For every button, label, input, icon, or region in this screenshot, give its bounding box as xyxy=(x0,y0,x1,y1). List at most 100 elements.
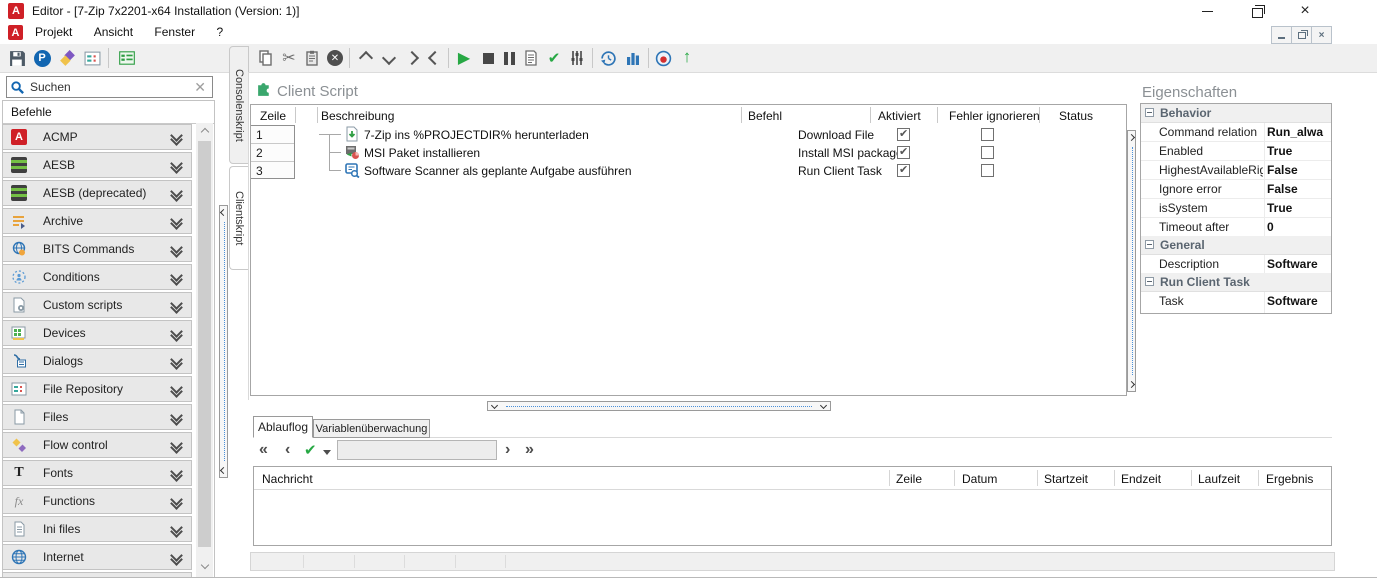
move-up-button[interactable] xyxy=(355,47,377,69)
properties-splitter[interactable] xyxy=(1127,130,1136,392)
sidebar-item-archive[interactable]: Archive xyxy=(2,208,192,234)
prop-row[interactable]: HighestAvailableRig False xyxy=(1141,160,1331,180)
logcol-datum[interactable]: Datum xyxy=(962,472,997,486)
record-button[interactable] xyxy=(652,47,674,69)
sidebar-item-partial[interactable] xyxy=(2,572,192,577)
scroll-up-button[interactable] xyxy=(196,123,213,140)
log-report-button[interactable] xyxy=(520,47,542,69)
mdi-minimize-button[interactable] xyxy=(1271,26,1292,44)
sidebar-item-file-repository[interactable]: File Repository xyxy=(2,376,192,402)
line-number[interactable]: 1 xyxy=(251,126,294,144)
col-zeile[interactable]: Zeile xyxy=(260,109,286,123)
sidebar-item-flow-control[interactable]: Flow control xyxy=(2,432,192,458)
line-number[interactable]: 3 xyxy=(251,162,294,180)
sidebar-item-bits-commands[interactable]: BITS Commands xyxy=(2,236,192,262)
prop-row[interactable]: Timeout after 0 xyxy=(1141,217,1331,237)
sidebar-item-functions[interactable]: fx Functions xyxy=(2,488,192,514)
collapse-group-icon[interactable] xyxy=(1145,240,1154,249)
previous-button[interactable]: ‹ xyxy=(285,442,290,458)
paste-button[interactable] xyxy=(301,47,323,69)
dropdown-arrow-icon[interactable] xyxy=(323,450,331,455)
col-beschreibung[interactable]: Beschreibung xyxy=(321,109,394,123)
prop-row[interactable]: isSystem True xyxy=(1141,198,1331,218)
logcol-nachricht[interactable]: Nachricht xyxy=(262,472,313,486)
statistics-button[interactable] xyxy=(622,47,644,69)
restore-button[interactable] xyxy=(1242,3,1272,23)
scrollbar-thumb[interactable] xyxy=(198,141,211,547)
copy-button[interactable] xyxy=(255,47,277,69)
line-number[interactable]: 2 xyxy=(251,144,294,162)
script-row[interactable]: 7-Zip ins %PROJECTDIR% herunterladen Dow… xyxy=(296,125,1125,143)
script-row[interactable]: Software Scanner als geplante Aufgabe au… xyxy=(296,161,1125,179)
sidebar-item-fonts[interactable]: T Fonts xyxy=(2,460,192,486)
minimize-button[interactable] xyxy=(1192,1,1222,21)
aktiviert-checkbox[interactable] xyxy=(897,164,910,177)
aktiviert-checkbox[interactable] xyxy=(897,128,910,141)
first-button[interactable]: « xyxy=(259,442,268,458)
mdi-close-button[interactable]: × xyxy=(1311,26,1332,44)
col-aktiviert[interactable]: Aktiviert xyxy=(878,109,921,123)
logcol-zeile[interactable]: Zeile xyxy=(896,472,922,486)
prop-group-general[interactable]: General xyxy=(1141,236,1331,255)
collapse-group-icon[interactable] xyxy=(1145,108,1154,117)
script-row[interactable]: MSI Paket installieren Install MSI packa… xyxy=(296,143,1125,161)
save-button[interactable] xyxy=(6,47,28,69)
last-button[interactable]: » xyxy=(525,442,534,458)
prop-row[interactable]: Description Software xyxy=(1141,254,1331,274)
history-button[interactable] xyxy=(597,47,619,69)
menu-ansicht[interactable]: Ansicht xyxy=(85,22,142,42)
fehler-ignorieren-checkbox[interactable] xyxy=(981,128,994,141)
step-into-button[interactable] xyxy=(401,47,423,69)
logcol-ergebnis[interactable]: Ergebnis xyxy=(1266,472,1313,486)
col-fehler-ignorieren[interactable]: Fehler ignorieren xyxy=(949,109,1040,123)
scroll-down-button[interactable] xyxy=(196,556,213,573)
prop-row[interactable]: Enabled True xyxy=(1141,141,1331,161)
tab-consolenskript[interactable]: Consolenskript xyxy=(229,46,249,164)
step-out-button[interactable] xyxy=(424,47,446,69)
stop-button[interactable] xyxy=(477,47,499,69)
log-panel-splitter[interactable] xyxy=(487,401,831,411)
run-button[interactable]: ▶ xyxy=(453,47,475,69)
menu-projekt[interactable]: Projekt xyxy=(26,22,81,42)
sidebar-item-dialogs[interactable]: Dialogs xyxy=(2,348,192,374)
prop-group-behavior[interactable]: Behavior xyxy=(1141,104,1331,123)
settings-button[interactable] xyxy=(566,47,588,69)
fehler-ignorieren-checkbox[interactable] xyxy=(981,164,994,177)
move-down-button[interactable] xyxy=(378,47,400,69)
logcol-startzeit[interactable]: Startzeit xyxy=(1044,472,1088,486)
sidebar-item-custom-scripts[interactable]: Custom scripts xyxy=(2,292,192,318)
menu-fenster[interactable]: Fenster xyxy=(145,22,204,42)
repository-grid-button[interactable] xyxy=(81,47,103,69)
search-input[interactable] xyxy=(28,79,188,95)
tab-ablauflog[interactable]: Ablauflog xyxy=(253,416,313,438)
aktiviert-checkbox[interactable] xyxy=(897,146,910,159)
fehler-ignorieren-checkbox[interactable] xyxy=(981,146,994,159)
logcol-endzeit[interactable]: Endzeit xyxy=(1121,472,1161,486)
upload-button[interactable]: ↑ xyxy=(676,46,698,68)
sidebar-item-conditions[interactable]: Conditions xyxy=(2,264,192,290)
prop-group-run-client-task[interactable]: Run Client Task xyxy=(1141,273,1331,292)
col-status[interactable]: Status xyxy=(1059,109,1093,123)
close-button[interactable]: × xyxy=(1290,1,1320,21)
cut-button[interactable]: ✂ xyxy=(278,47,300,69)
sidebar-item-aesb[interactable]: AESB xyxy=(2,152,192,178)
col-befehl[interactable]: Befehl xyxy=(748,109,782,123)
run-check-button[interactable]: ✔ xyxy=(304,441,317,459)
sidebar-item-files[interactable]: Files xyxy=(2,404,192,430)
sidebar-item-acmp[interactable]: A ACMP xyxy=(2,124,192,150)
project-button[interactable]: P xyxy=(31,47,53,69)
clear-search-icon[interactable]: ✕ xyxy=(194,79,206,96)
form-button[interactable] xyxy=(116,47,138,69)
layers-button[interactable] xyxy=(56,47,78,69)
delete-button[interactable]: ✕ xyxy=(324,47,346,69)
sidebar-item-aesb-deprecated[interactable]: AESB (deprecated) xyxy=(2,180,192,206)
tab-clientskript[interactable]: Clientskript xyxy=(229,166,249,270)
mdi-restore-button[interactable] xyxy=(1291,26,1312,44)
next-button[interactable]: › xyxy=(505,442,510,458)
sidebar-item-internet[interactable]: Internet xyxy=(2,544,192,570)
syntax-check-button[interactable]: ✔ xyxy=(543,47,565,69)
prop-row[interactable]: Ignore error False xyxy=(1141,179,1331,199)
sidebar-item-devices[interactable]: Devices xyxy=(2,320,192,346)
tab-variablenueberwachung[interactable]: Variablenüberwachung xyxy=(313,419,430,438)
log-search-input[interactable] xyxy=(337,440,497,460)
